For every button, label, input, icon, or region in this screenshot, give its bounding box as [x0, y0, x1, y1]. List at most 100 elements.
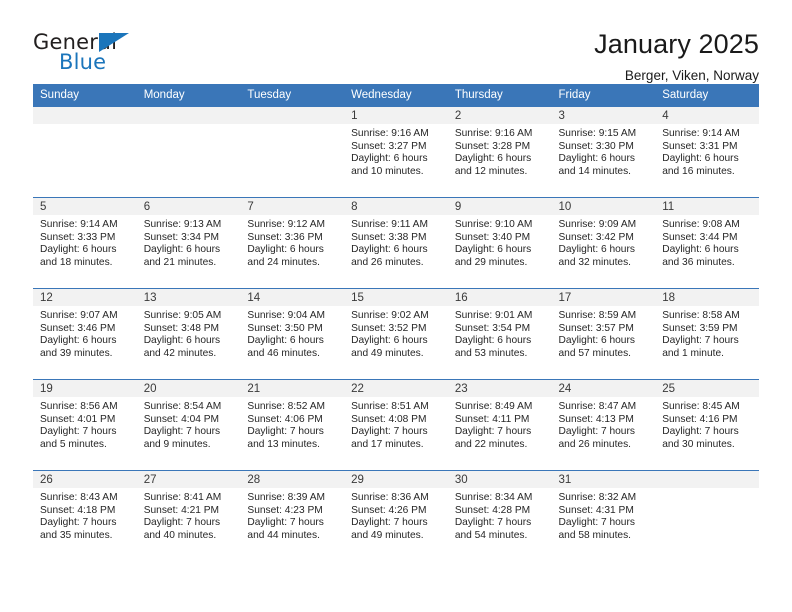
generalblue-logo: General Blue: [33, 28, 145, 76]
calendar-day-cell[interactable]: 4 Sunrise: 9:14 AM Sunset: 3:31 PM Daylight…: [655, 107, 759, 198]
calendar-day-cell[interactable]: 20 Sunrise: 8:54 AM Sunset: 4:04 PM Dayligh…: [136, 379, 241, 471]
day-sun-info: Sunrise: 9:11 AM Sunset: 3:38 PM Daylight:…: [344, 215, 448, 269]
day-daylight-2-text: and 57 minutes.: [558, 347, 632, 359]
calendar-day-cell[interactable]: 8 Sunrise: 9:11 AM Sunset: 3:38 PM Daylight…: [344, 197, 448, 289]
day-sunrise-text: Sunrise: 8:49 AM: [454, 401, 533, 412]
day-number: 18: [655, 289, 759, 306]
day-sun-info: Sunrise: 9:16 AM Sunset: 3:28 PM Daylight:…: [448, 124, 552, 178]
day-sun-info: Sunrise: 8:36 AM Sunset: 4:26 PM Daylight:…: [344, 488, 448, 542]
weekday-header-sunday: Sunday: [33, 84, 137, 107]
day-daylight-2-text: and 53 minutes.: [454, 347, 528, 359]
day-number: 20: [136, 380, 241, 397]
day-number: 2: [447, 107, 552, 124]
calendar-day-cell[interactable]: 5 Sunrise: 9:14 AM Sunset: 3:33 PM Daylight…: [33, 197, 137, 289]
calendar-day-cell[interactable]: 1 Sunrise: 9:16 AM Sunset: 3:27 PM Daylight…: [344, 107, 448, 198]
day-number: 1: [344, 107, 448, 124]
calendar-week-row: 5 Sunrise: 9:14 AM Sunset: 3:33 PM Daylight…: [33, 197, 759, 289]
calendar-day-cell[interactable]: 22 Sunrise: 8:51 AM Sunset: 4:08 PM Dayligh…: [344, 379, 448, 471]
calendar-day-cell[interactable]: 18 Sunrise: 8:58 AM Sunset: 3:59 PM Dayligh…: [655, 288, 759, 380]
day-daylight-1-text: Daylight: 7 hours: [143, 426, 221, 438]
calendar-day-cell[interactable]: 27 Sunrise: 8:41 AM Sunset: 4:21 PM Dayligh…: [136, 470, 241, 561]
day-sunset-text: Sunset: 3:59 PM: [662, 322, 738, 334]
calendar-day-cell[interactable]: 25 Sunrise: 8:45 AM Sunset: 4:16 PM Dayligh…: [655, 379, 759, 471]
day-sunset-text: Sunset: 3:38 PM: [351, 231, 427, 243]
calendar-day-cell[interactable]: 12 Sunrise: 9:07 AM Sunset: 3:46 PM Dayligh…: [33, 288, 137, 380]
day-number: 5: [33, 198, 137, 215]
day-daylight-2-text: and 40 minutes.: [143, 529, 217, 541]
day-sun-info: Sunrise: 8:34 AM Sunset: 4:28 PM Daylight:…: [448, 488, 552, 542]
day-daylight-2-text: and 32 minutes.: [558, 256, 632, 268]
day-sun-info: Sunrise: 9:13 AM Sunset: 3:34 PM Daylight:…: [137, 215, 241, 269]
day-number: 30: [447, 471, 552, 488]
day-daylight-1-text: Daylight: 6 hours: [662, 153, 739, 165]
calendar-day-cell[interactable]: 6 Sunrise: 9:13 AM Sunset: 3:34 PM Daylight…: [136, 197, 241, 289]
day-number: 21: [240, 380, 345, 397]
calendar-day-cell[interactable]: 24 Sunrise: 8:47 AM Sunset: 4:13 PM Dayligh…: [551, 379, 656, 471]
day-sun-info: Sunrise: 8:52 AM Sunset: 4:06 PM Daylight:…: [240, 397, 344, 451]
day-daylight-2-text: and 5 minutes.: [40, 438, 107, 450]
weekday-header-friday: Friday: [551, 84, 656, 107]
calendar-day-cell[interactable]: 3 Sunrise: 9:15 AM Sunset: 3:30 PM Daylight…: [551, 107, 656, 198]
calendar-day-cell[interactable]: 14 Sunrise: 9:04 AM Sunset: 3:50 PM Dayligh…: [240, 288, 345, 380]
day-daylight-1-text: Daylight: 7 hours: [558, 426, 635, 438]
calendar-body: 1 Sunrise: 9:16 AM Sunset: 3:27 PM Daylight…: [33, 107, 759, 561]
calendar-day-cell[interactable]: 2 Sunrise: 9:16 AM Sunset: 3:28 PM Daylight…: [447, 107, 552, 198]
day-sunset-text: Sunset: 3:34 PM: [143, 231, 220, 243]
calendar-day-cell[interactable]: 13 Sunrise: 9:05 AM Sunset: 3:48 PM Dayligh…: [136, 288, 241, 380]
day-daylight-1-text: Daylight: 6 hours: [454, 244, 532, 256]
day-sun-info: Sunrise: 9:10 AM Sunset: 3:40 PM Daylight:…: [448, 215, 552, 269]
day-sun-info: Sunrise: 8:41 AM Sunset: 4:21 PM Daylight:…: [137, 488, 241, 542]
calendar-day-cell[interactable]: 16 Sunrise: 9:01 AM Sunset: 3:54 PM Dayligh…: [447, 288, 552, 380]
day-sun-info: Sunrise: 9:09 AM Sunset: 3:42 PM Daylight:…: [552, 215, 656, 269]
day-number: 7: [240, 198, 345, 215]
calendar-day-cell[interactable]: 10 Sunrise: 9:09 AM Sunset: 3:42 PM Dayligh…: [551, 197, 656, 289]
weekday-header-saturday: Saturday: [655, 84, 759, 107]
calendar-day-cell[interactable]: 26 Sunrise: 8:43 AM Sunset: 4:18 PM Dayligh…: [33, 470, 137, 561]
day-sun-info: Sunrise: 8:54 AM Sunset: 4:04 PM Daylight:…: [137, 397, 241, 451]
calendar-day-cell[interactable]: 31 Sunrise: 8:32 AM Sunset: 4:31 PM Dayligh…: [551, 470, 656, 561]
calendar-day-cell[interactable]: 19 Sunrise: 8:56 AM Sunset: 4:01 PM Dayligh…: [33, 379, 137, 471]
calendar-day-cell[interactable]: 15 Sunrise: 9:02 AM Sunset: 3:52 PM Dayligh…: [344, 288, 448, 380]
day-number: 24: [551, 380, 656, 397]
calendar-day-cell[interactable]: 30 Sunrise: 8:34 AM Sunset: 4:28 PM Dayligh…: [447, 470, 552, 561]
day-daylight-2-text: and 18 minutes.: [40, 256, 113, 268]
calendar-day-cell[interactable]: 29 Sunrise: 8:36 AM Sunset: 4:26 PM Dayligh…: [344, 470, 448, 561]
day-daylight-2-text: and 17 minutes.: [351, 438, 424, 450]
day-daylight-2-text: and 58 minutes.: [558, 529, 632, 541]
day-sun-info: Sunrise: 8:47 AM Sunset: 4:13 PM Daylight:…: [552, 397, 656, 451]
day-sunset-text: Sunset: 4:16 PM: [662, 413, 738, 425]
day-number: 19: [33, 380, 137, 397]
day-sun-info: Sunrise: 9:14 AM Sunset: 3:31 PM Daylight:…: [655, 124, 759, 178]
day-number: 6: [136, 198, 241, 215]
calendar-day-cell[interactable]: 11 Sunrise: 9:08 AM Sunset: 3:44 PM Dayligh…: [655, 197, 759, 289]
day-daylight-1-text: Daylight: 6 hours: [454, 153, 532, 165]
calendar-day-cell[interactable]: 28 Sunrise: 8:39 AM Sunset: 4:23 PM Dayligh…: [240, 470, 345, 561]
day-sunset-text: Sunset: 3:46 PM: [40, 322, 116, 334]
day-number-placeholder: [136, 107, 241, 124]
day-sunset-text: Sunset: 3:54 PM: [454, 322, 531, 334]
calendar-day-cell[interactable]: 9 Sunrise: 9:10 AM Sunset: 3:40 PM Daylight…: [447, 197, 552, 289]
calendar-week-row: 19 Sunrise: 8:56 AM Sunset: 4:01 PM Dayligh…: [33, 379, 759, 471]
day-sunset-text: Sunset: 4:08 PM: [351, 413, 427, 425]
day-daylight-2-text: and 46 minutes.: [247, 347, 320, 359]
day-sun-info: Sunrise: 8:43 AM Sunset: 4:18 PM Daylight:…: [33, 488, 137, 542]
day-sun-info: Sunrise: 8:51 AM Sunset: 4:08 PM Daylight:…: [344, 397, 448, 451]
day-sunset-text: Sunset: 3:42 PM: [558, 231, 634, 243]
calendar-day-cell[interactable]: 21 Sunrise: 8:52 AM Sunset: 4:06 PM Dayligh…: [240, 379, 345, 471]
day-daylight-1-text: Daylight: 6 hours: [247, 244, 324, 256]
calendar-day-cell[interactable]: 7 Sunrise: 9:12 AM Sunset: 3:36 PM Daylight…: [240, 197, 345, 289]
day-sunrise-text: Sunrise: 9:01 AM: [454, 310, 533, 321]
day-sunrise-text: Sunrise: 9:07 AM: [40, 310, 118, 321]
day-number: 28: [240, 471, 345, 488]
calendar-grid: Sunday Monday Tuesday Wednesday Thursday Frid…: [33, 84, 759, 561]
day-sunset-text: Sunset: 3:36 PM: [247, 231, 323, 243]
day-sunset-text: Sunset: 4:28 PM: [454, 504, 531, 516]
calendar-day-cell[interactable]: 17 Sunrise: 8:59 AM Sunset: 3:57 PM Dayligh…: [551, 288, 656, 380]
day-sunrise-text: Sunrise: 8:54 AM: [143, 401, 222, 412]
day-number: 12: [33, 289, 137, 306]
day-sun-info: Sunrise: 8:59 AM Sunset: 3:57 PM Daylight:…: [552, 306, 656, 360]
day-sunset-text: Sunset: 4:18 PM: [40, 504, 116, 516]
day-sunset-text: Sunset: 3:27 PM: [351, 140, 427, 152]
day-sunrise-text: Sunrise: 8:36 AM: [351, 492, 429, 503]
calendar-day-cell[interactable]: 23 Sunrise: 8:49 AM Sunset: 4:11 PM Dayligh…: [447, 379, 552, 471]
